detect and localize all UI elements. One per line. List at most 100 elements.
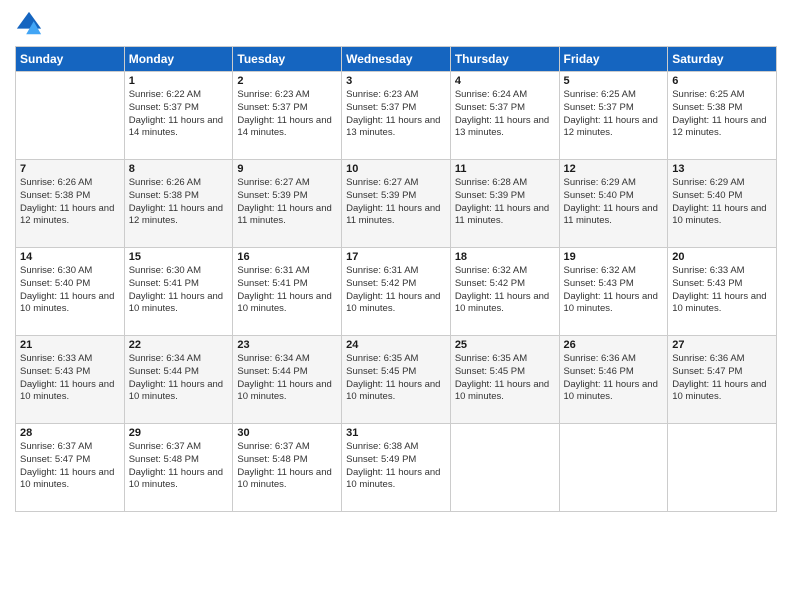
calendar-cell: 31 Sunrise: 6:38 AMSunset: 5:49 PMDayligh… (342, 424, 451, 512)
calendar-weekday-tuesday: Tuesday (233, 47, 342, 72)
calendar-table: SundayMondayTuesdayWednesdayThursdayFrid… (15, 46, 777, 512)
day-info: Sunrise: 6:26 AMSunset: 5:38 PMDaylight:… (20, 177, 120, 228)
day-info: Sunrise: 6:29 AMSunset: 5:40 PMDaylight:… (672, 177, 772, 228)
day-number: 15 (129, 251, 229, 263)
day-number: 2 (237, 75, 337, 87)
calendar-weekday-thursday: Thursday (450, 47, 559, 72)
day-number: 29 (129, 427, 229, 439)
day-number: 25 (455, 339, 555, 351)
day-number: 1 (129, 75, 229, 87)
day-info: Sunrise: 6:23 AMSunset: 5:37 PMDaylight:… (237, 89, 337, 140)
logo (15, 10, 47, 38)
day-number: 30 (237, 427, 337, 439)
day-number: 8 (129, 163, 229, 175)
calendar-week-row: 28 Sunrise: 6:37 AMSunset: 5:47 PMDayligh… (16, 424, 777, 512)
day-number: 3 (346, 75, 446, 87)
calendar-cell: 24 Sunrise: 6:35 AMSunset: 5:45 PMDayligh… (342, 336, 451, 424)
calendar-cell: 27 Sunrise: 6:36 AMSunset: 5:47 PMDayligh… (668, 336, 777, 424)
calendar-cell: 21Sunrise: 6:33 AMSunset: 5:43 PMDayligh… (16, 336, 125, 424)
calendar-cell: 1 Sunrise: 6:22 AMSunset: 5:37 PMDaylight… (124, 72, 233, 160)
calendar-weekday-monday: Monday (124, 47, 233, 72)
day-info: Sunrise: 6:36 AMSunset: 5:47 PMDaylight:… (672, 353, 772, 404)
logo-icon (15, 10, 43, 38)
day-number: 27 (672, 339, 772, 351)
day-number: 10 (346, 163, 446, 175)
calendar-week-row: 1 Sunrise: 6:22 AMSunset: 5:37 PMDaylight… (16, 72, 777, 160)
day-info: Sunrise: 6:31 AMSunset: 5:41 PMDaylight:… (237, 265, 337, 316)
calendar-cell (450, 424, 559, 512)
calendar-cell: 16 Sunrise: 6:31 AMSunset: 5:41 PMDayligh… (233, 248, 342, 336)
calendar-weekday-wednesday: Wednesday (342, 47, 451, 72)
day-info: Sunrise: 6:26 AMSunset: 5:38 PMDaylight:… (129, 177, 229, 228)
day-number: 18 (455, 251, 555, 263)
day-number: 12 (564, 163, 664, 175)
day-number: 28 (20, 427, 120, 439)
day-info: Sunrise: 6:27 AMSunset: 5:39 PMDaylight:… (237, 177, 337, 228)
calendar-cell: 11 Sunrise: 6:28 AMSunset: 5:39 PMDayligh… (450, 160, 559, 248)
day-number: 9 (237, 163, 337, 175)
day-info: Sunrise: 6:32 AMSunset: 5:42 PMDaylight:… (455, 265, 555, 316)
day-info: Sunrise: 6:22 AMSunset: 5:37 PMDaylight:… (129, 89, 229, 140)
day-number: 16 (237, 251, 337, 263)
day-number: 5 (564, 75, 664, 87)
day-info: Sunrise: 6:28 AMSunset: 5:39 PMDaylight:… (455, 177, 555, 228)
day-info: Sunrise: 6:35 AMSunset: 5:45 PMDaylight:… (346, 353, 446, 404)
day-number: 6 (672, 75, 772, 87)
calendar-cell: 22Sunrise: 6:34 AMSunset: 5:44 PMDayligh… (124, 336, 233, 424)
day-info: Sunrise: 6:27 AMSunset: 5:39 PMDaylight:… (346, 177, 446, 228)
page: SundayMondayTuesdayWednesdayThursdayFrid… (0, 0, 792, 612)
calendar-weekday-friday: Friday (559, 47, 668, 72)
calendar-cell: 14 Sunrise: 6:30 AMSunset: 5:40 PMDayligh… (16, 248, 125, 336)
day-info: Sunrise: 6:37 AMSunset: 5:48 PMDaylight:… (237, 441, 337, 492)
calendar-cell (668, 424, 777, 512)
day-number: 22 (129, 339, 229, 351)
calendar-cell (16, 72, 125, 160)
day-info: Sunrise: 6:37 AMSunset: 5:48 PMDaylight:… (129, 441, 229, 492)
day-info: Sunrise: 6:23 AMSunset: 5:37 PMDaylight:… (346, 89, 446, 140)
calendar-cell: 9 Sunrise: 6:27 AMSunset: 5:39 PMDaylight… (233, 160, 342, 248)
day-info: Sunrise: 6:29 AMSunset: 5:40 PMDaylight:… (564, 177, 664, 228)
calendar-cell: 6 Sunrise: 6:25 AMSunset: 5:38 PMDaylight… (668, 72, 777, 160)
calendar-cell: 3 Sunrise: 6:23 AMSunset: 5:37 PMDaylight… (342, 72, 451, 160)
day-number: 17 (346, 251, 446, 263)
calendar-weekday-saturday: Saturday (668, 47, 777, 72)
calendar-cell: 29 Sunrise: 6:37 AMSunset: 5:48 PMDayligh… (124, 424, 233, 512)
day-number: 21 (20, 339, 120, 351)
day-number: 4 (455, 75, 555, 87)
day-info: Sunrise: 6:38 AMSunset: 5:49 PMDaylight:… (346, 441, 446, 492)
day-info: Sunrise: 6:32 AMSunset: 5:43 PMDaylight:… (564, 265, 664, 316)
calendar-cell: 25 Sunrise: 6:35 AMSunset: 5:45 PMDayligh… (450, 336, 559, 424)
day-info: Sunrise: 6:30 AMSunset: 5:40 PMDaylight:… (20, 265, 120, 316)
calendar-cell: 5 Sunrise: 6:25 AMSunset: 5:37 PMDaylight… (559, 72, 668, 160)
day-number: 19 (564, 251, 664, 263)
day-info: Sunrise: 6:25 AMSunset: 5:38 PMDaylight:… (672, 89, 772, 140)
calendar-cell: 13Sunrise: 6:29 AMSunset: 5:40 PMDayligh… (668, 160, 777, 248)
day-number: 14 (20, 251, 120, 263)
day-info: Sunrise: 6:30 AMSunset: 5:41 PMDaylight:… (129, 265, 229, 316)
calendar-cell: 20 Sunrise: 6:33 AMSunset: 5:43 PMDayligh… (668, 248, 777, 336)
calendar-weekday-sunday: Sunday (16, 47, 125, 72)
calendar-cell: 26Sunrise: 6:36 AMSunset: 5:46 PMDayligh… (559, 336, 668, 424)
calendar-cell: 2 Sunrise: 6:23 AMSunset: 5:37 PMDaylight… (233, 72, 342, 160)
calendar-cell: 18 Sunrise: 6:32 AMSunset: 5:42 PMDayligh… (450, 248, 559, 336)
day-info: Sunrise: 6:25 AMSunset: 5:37 PMDaylight:… (564, 89, 664, 140)
day-info: Sunrise: 6:36 AMSunset: 5:46 PMDaylight:… (564, 353, 664, 404)
calendar-cell: 7Sunrise: 6:26 AMSunset: 5:38 PMDaylight… (16, 160, 125, 248)
calendar-week-row: 7Sunrise: 6:26 AMSunset: 5:38 PMDaylight… (16, 160, 777, 248)
day-info: Sunrise: 6:34 AMSunset: 5:44 PMDaylight:… (237, 353, 337, 404)
calendar-cell: 4 Sunrise: 6:24 AMSunset: 5:37 PMDaylight… (450, 72, 559, 160)
day-number: 24 (346, 339, 446, 351)
day-info: Sunrise: 6:33 AMSunset: 5:43 PMDaylight:… (672, 265, 772, 316)
day-number: 31 (346, 427, 446, 439)
day-info: Sunrise: 6:24 AMSunset: 5:37 PMDaylight:… (455, 89, 555, 140)
day-number: 11 (455, 163, 555, 175)
day-number: 23 (237, 339, 337, 351)
calendar-cell: 12 Sunrise: 6:29 AMSunset: 5:40 PMDayligh… (559, 160, 668, 248)
day-info: Sunrise: 6:31 AMSunset: 5:42 PMDaylight:… (346, 265, 446, 316)
calendar-cell (559, 424, 668, 512)
day-number: 20 (672, 251, 772, 263)
calendar-cell: 8 Sunrise: 6:26 AMSunset: 5:38 PMDaylight… (124, 160, 233, 248)
calendar-cell: 15 Sunrise: 6:30 AMSunset: 5:41 PMDayligh… (124, 248, 233, 336)
day-info: Sunrise: 6:35 AMSunset: 5:45 PMDaylight:… (455, 353, 555, 404)
day-info: Sunrise: 6:37 AMSunset: 5:47 PMDaylight:… (20, 441, 120, 492)
